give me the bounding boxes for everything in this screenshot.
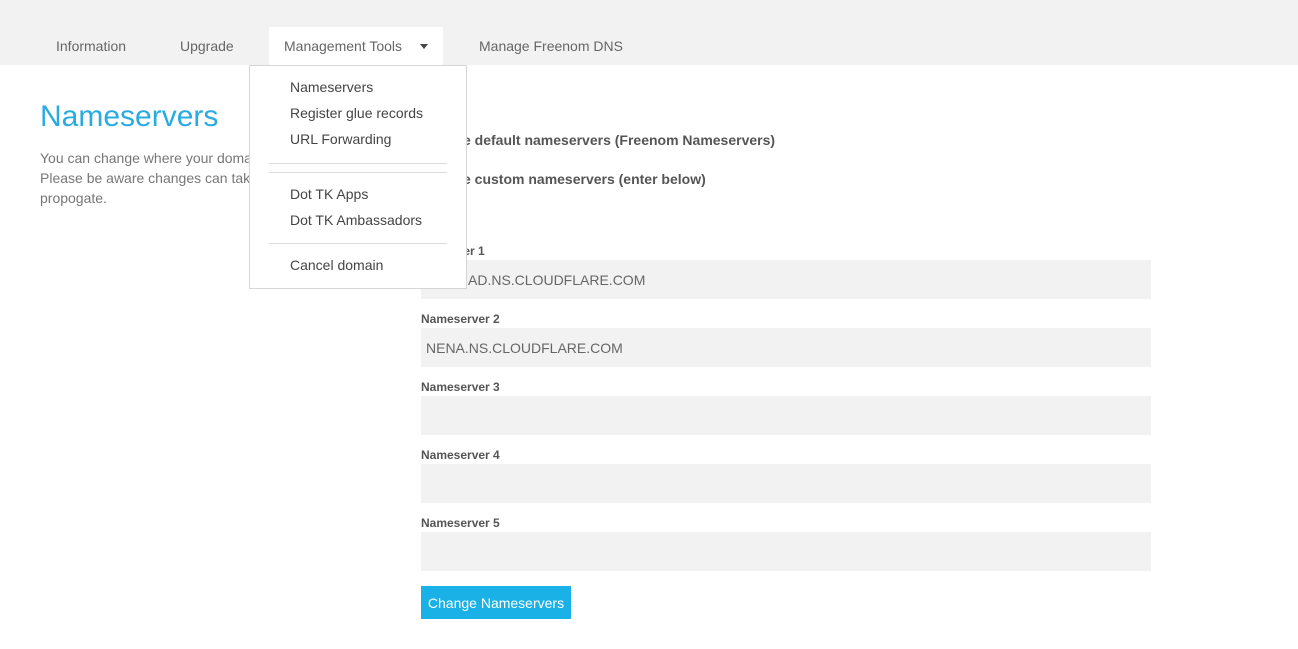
menu-item-cancel-domain[interactable]: Cancel domain [290,257,383,273]
nameserver-1-input[interactable] [421,260,1151,299]
tab-management-tools[interactable]: Management Tools [269,27,443,65]
custom-nameservers-label: e custom nameservers (enter below) [463,171,706,187]
nameserver-3-label: Nameserver 3 [421,380,500,394]
change-nameservers-button[interactable]: Change Nameservers [421,586,571,619]
use-custom-nameservers-option[interactable]: e custom nameservers (enter below) [463,171,706,187]
management-tools-dropdown: Nameservers Register glue records URL Fo… [249,65,467,289]
nameserver-5-label: Nameserver 5 [421,516,500,530]
tab-management-tools-label: Management Tools [284,38,403,54]
tab-upgrade-label: Upgrade [180,38,234,54]
tab-information[interactable]: Information [41,27,141,65]
menu-item-url-forwarding[interactable]: URL Forwarding [290,131,391,147]
menu-divider [269,163,447,164]
menu-divider [269,172,447,173]
tab-information-label: Information [56,38,127,54]
nameserver-4-label: Nameserver 4 [421,448,500,462]
tab-manage-freenom-dns[interactable]: Manage Freenom DNS [464,27,638,65]
page-title: Nameservers [40,100,219,133]
nameserver-2-label: Nameserver 2 [421,312,500,326]
use-default-nameservers-option[interactable]: e default nameservers (Freenom Nameserve… [463,132,775,148]
nameserver-3-input[interactable] [421,396,1151,435]
nameserver-5-input[interactable] [421,532,1151,571]
menu-item-dot-tk-apps[interactable]: Dot TK Apps [290,186,368,202]
chevron-down-icon [419,43,428,49]
default-nameservers-label: e default nameservers (Freenom Nameserve… [463,132,776,148]
tab-manage-dns-label: Manage Freenom DNS [479,38,623,54]
nameserver-4-input[interactable] [421,464,1151,503]
tab-upgrade[interactable]: Upgrade [165,27,249,65]
menu-item-dot-tk-ambassadors[interactable]: Dot TK Ambassadors [290,212,422,228]
menu-item-nameservers[interactable]: Nameservers [290,79,373,95]
top-nav-bar: Information Upgrade Management Tools Man… [0,0,1298,65]
menu-divider [269,243,447,244]
menu-item-register-glue-records[interactable]: Register glue records [290,105,423,121]
nameserver-2-input[interactable] [421,328,1151,367]
